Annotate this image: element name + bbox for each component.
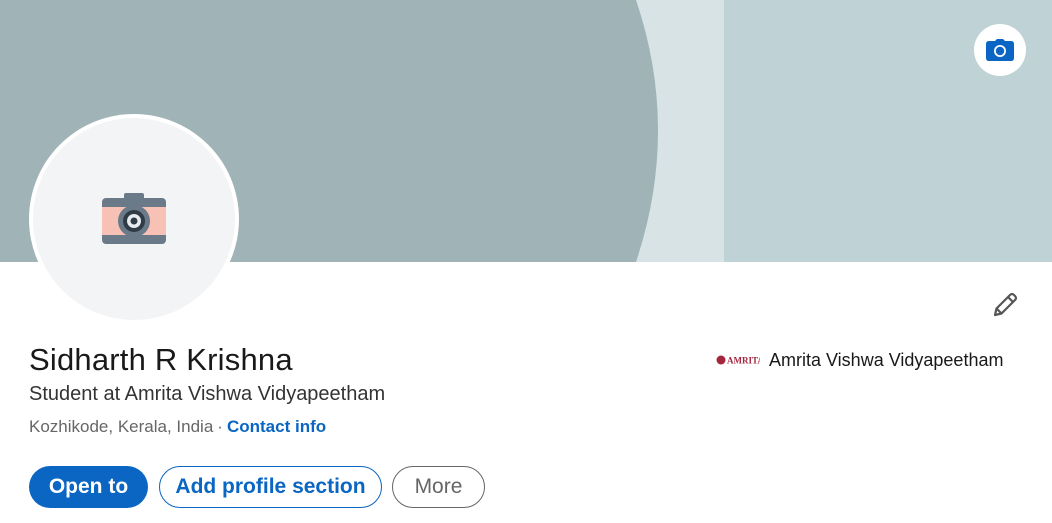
edit-intro-button[interactable] <box>986 286 1024 324</box>
contact-info-link[interactable]: Contact info <box>227 417 326 436</box>
more-button[interactable]: More <box>392 466 485 508</box>
add-profile-section-button[interactable]: Add profile section <box>159 466 382 508</box>
separator-dot: · <box>217 417 223 436</box>
profile-photo[interactable] <box>29 114 239 324</box>
open-to-button[interactable]: Open to <box>29 466 148 508</box>
svg-text:AMRITA: AMRITA <box>727 356 760 366</box>
profile-name: Sidharth R Krishna <box>29 342 293 377</box>
profile-headline: Student at Amrita Vishwa Vidyapeetham <box>29 383 386 405</box>
edit-banner-button[interactable] <box>974 24 1026 76</box>
school-logo: AMRITA <box>716 349 760 371</box>
education-link[interactable]: AMRITA Amrita Vishwa Vidyapeetham <box>716 349 1003 371</box>
pencil-icon <box>993 292 1018 317</box>
camera-icon <box>986 39 1014 61</box>
profile-photo-placeholder[interactable] <box>33 118 235 320</box>
location-row: Kozhikode, Kerala, India · Contact info <box>29 417 326 437</box>
profile-location: Kozhikode, Kerala, India <box>29 417 214 436</box>
camera-illustration-icon <box>102 193 166 244</box>
school-name: Amrita Vishwa Vidyapeetham <box>769 349 1004 370</box>
amrita-logo-icon: AMRITA <box>716 355 760 366</box>
